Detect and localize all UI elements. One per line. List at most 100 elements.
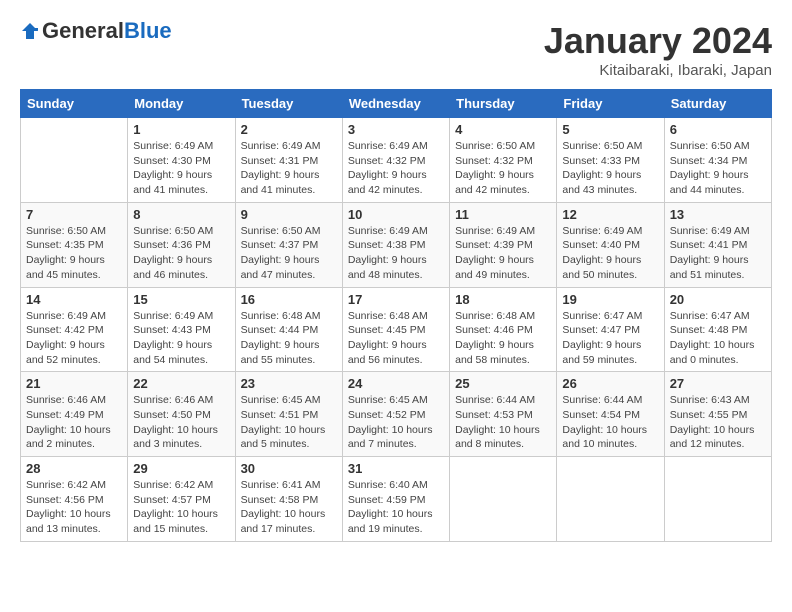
day-detail: Sunrise: 6:41 AM Sunset: 4:58 PM Dayligh… bbox=[241, 478, 337, 537]
table-row: 27 Sunrise: 6:43 AM Sunset: 4:55 PM Dayli… bbox=[664, 372, 771, 457]
table-row bbox=[664, 457, 771, 542]
day-number: 9 bbox=[241, 207, 337, 222]
day-detail: Sunrise: 6:49 AM Sunset: 4:42 PM Dayligh… bbox=[26, 309, 122, 368]
table-row: 21Sunrise: 6:46 AM Sunset: 4:49 PM Dayli… bbox=[21, 372, 128, 457]
calendar-week-row: 1 Sunrise: 6:49 AM Sunset: 4:30 PM Daylig… bbox=[21, 118, 772, 203]
table-row: 8 Sunrise: 6:50 AM Sunset: 4:36 PM Daylig… bbox=[128, 202, 235, 287]
day-number: 26 bbox=[562, 376, 658, 391]
day-detail: Sunrise: 6:42 AM Sunset: 4:56 PM Dayligh… bbox=[26, 478, 122, 537]
table-row: 1 Sunrise: 6:49 AM Sunset: 4:30 PM Daylig… bbox=[128, 118, 235, 203]
table-row: 20 Sunrise: 6:47 AM Sunset: 4:48 PM Dayli… bbox=[664, 287, 771, 372]
day-number: 3 bbox=[348, 122, 444, 137]
calendar-week-row: 21Sunrise: 6:46 AM Sunset: 4:49 PM Dayli… bbox=[21, 372, 772, 457]
table-row: 13 Sunrise: 6:49 AM Sunset: 4:41 PM Dayli… bbox=[664, 202, 771, 287]
table-row: 24Sunrise: 6:45 AM Sunset: 4:52 PM Dayli… bbox=[342, 372, 449, 457]
day-number: 25 bbox=[455, 376, 551, 391]
day-number: 11 bbox=[455, 207, 551, 222]
day-number: 24 bbox=[348, 376, 444, 391]
col-monday: Monday bbox=[128, 90, 235, 118]
day-detail: Sunrise: 6:44 AM Sunset: 4:54 PM Dayligh… bbox=[562, 393, 658, 452]
table-row: 15Sunrise: 6:49 AM Sunset: 4:43 PM Dayli… bbox=[128, 287, 235, 372]
day-number: 18 bbox=[455, 292, 551, 307]
day-number: 17 bbox=[348, 292, 444, 307]
table-row: 7 Sunrise: 6:50 AM Sunset: 4:35 PM Daylig… bbox=[21, 202, 128, 287]
title-block: January 2024 Kitaibaraki, Ibaraki, Japan bbox=[544, 20, 772, 79]
day-number: 8 bbox=[133, 207, 229, 222]
day-detail: Sunrise: 6:49 AM Sunset: 4:39 PM Dayligh… bbox=[455, 224, 551, 283]
day-detail: Sunrise: 6:47 AM Sunset: 4:48 PM Dayligh… bbox=[670, 309, 766, 368]
location-text: Kitaibaraki, Ibaraki, Japan bbox=[544, 62, 772, 79]
col-wednesday: Wednesday bbox=[342, 90, 449, 118]
calendar-table: Sunday Monday Tuesday Wednesday Thursday… bbox=[20, 89, 772, 542]
table-row: 31Sunrise: 6:40 AM Sunset: 4:59 PM Dayli… bbox=[342, 457, 449, 542]
logo-general-text: General bbox=[42, 18, 124, 43]
day-detail: Sunrise: 6:50 AM Sunset: 4:34 PM Dayligh… bbox=[670, 139, 766, 198]
day-detail: Sunrise: 6:50 AM Sunset: 4:32 PM Dayligh… bbox=[455, 139, 551, 198]
day-detail: Sunrise: 6:46 AM Sunset: 4:50 PM Dayligh… bbox=[133, 393, 229, 452]
logo: GeneralBlue bbox=[20, 20, 172, 42]
day-number: 6 bbox=[670, 122, 766, 137]
col-saturday: Saturday bbox=[664, 90, 771, 118]
table-row bbox=[21, 118, 128, 203]
table-row: 9 Sunrise: 6:50 AM Sunset: 4:37 PM Daylig… bbox=[235, 202, 342, 287]
day-detail: Sunrise: 6:45 AM Sunset: 4:51 PM Dayligh… bbox=[241, 393, 337, 452]
day-detail: Sunrise: 6:50 AM Sunset: 4:36 PM Dayligh… bbox=[133, 224, 229, 283]
table-row bbox=[557, 457, 664, 542]
day-number: 4 bbox=[455, 122, 551, 137]
table-row: 10 Sunrise: 6:49 AM Sunset: 4:38 PM Dayli… bbox=[342, 202, 449, 287]
calendar-header-row: Sunday Monday Tuesday Wednesday Thursday… bbox=[21, 90, 772, 118]
day-detail: Sunrise: 6:50 AM Sunset: 4:37 PM Dayligh… bbox=[241, 224, 337, 283]
calendar-week-row: 7 Sunrise: 6:50 AM Sunset: 4:35 PM Daylig… bbox=[21, 202, 772, 287]
day-detail: Sunrise: 6:50 AM Sunset: 4:35 PM Dayligh… bbox=[26, 224, 122, 283]
table-row: 26 Sunrise: 6:44 AM Sunset: 4:54 PM Dayli… bbox=[557, 372, 664, 457]
table-row: 5 Sunrise: 6:50 AM Sunset: 4:33 PM Daylig… bbox=[557, 118, 664, 203]
day-detail: Sunrise: 6:49 AM Sunset: 4:32 PM Dayligh… bbox=[348, 139, 444, 198]
day-number: 22 bbox=[133, 376, 229, 391]
day-number: 13 bbox=[670, 207, 766, 222]
day-number: 28 bbox=[26, 461, 122, 476]
day-number: 2 bbox=[241, 122, 337, 137]
table-row: 29Sunrise: 6:42 AM Sunset: 4:57 PM Dayli… bbox=[128, 457, 235, 542]
day-detail: Sunrise: 6:49 AM Sunset: 4:40 PM Dayligh… bbox=[562, 224, 658, 283]
table-row: 14 Sunrise: 6:49 AM Sunset: 4:42 PM Dayli… bbox=[21, 287, 128, 372]
col-sunday: Sunday bbox=[21, 90, 128, 118]
table-row: 22 Sunrise: 6:46 AM Sunset: 4:50 PM Dayli… bbox=[128, 372, 235, 457]
day-detail: Sunrise: 6:47 AM Sunset: 4:47 PM Dayligh… bbox=[562, 309, 658, 368]
col-friday: Friday bbox=[557, 90, 664, 118]
day-detail: Sunrise: 6:49 AM Sunset: 4:30 PM Dayligh… bbox=[133, 139, 229, 198]
month-year-title: January 2024 bbox=[544, 20, 772, 62]
table-row: 25 Sunrise: 6:44 AM Sunset: 4:53 PM Dayli… bbox=[450, 372, 557, 457]
day-detail: Sunrise: 6:50 AM Sunset: 4:33 PM Dayligh… bbox=[562, 139, 658, 198]
day-number: 10 bbox=[348, 207, 444, 222]
logo-blue-text: Blue bbox=[124, 18, 172, 43]
table-row: 12Sunrise: 6:49 AM Sunset: 4:40 PM Dayli… bbox=[557, 202, 664, 287]
col-tuesday: Tuesday bbox=[235, 90, 342, 118]
calendar-week-row: 14 Sunrise: 6:49 AM Sunset: 4:42 PM Dayli… bbox=[21, 287, 772, 372]
day-number: 5 bbox=[562, 122, 658, 137]
day-number: 31 bbox=[348, 461, 444, 476]
day-detail: Sunrise: 6:42 AM Sunset: 4:57 PM Dayligh… bbox=[133, 478, 229, 537]
day-detail: Sunrise: 6:49 AM Sunset: 4:41 PM Dayligh… bbox=[670, 224, 766, 283]
calendar-week-row: 28 Sunrise: 6:42 AM Sunset: 4:56 PM Dayli… bbox=[21, 457, 772, 542]
day-number: 7 bbox=[26, 207, 122, 222]
table-row bbox=[450, 457, 557, 542]
day-number: 27 bbox=[670, 376, 766, 391]
day-number: 30 bbox=[241, 461, 337, 476]
table-row: 28 Sunrise: 6:42 AM Sunset: 4:56 PM Dayli… bbox=[21, 457, 128, 542]
day-detail: Sunrise: 6:49 AM Sunset: 4:38 PM Dayligh… bbox=[348, 224, 444, 283]
day-detail: Sunrise: 6:48 AM Sunset: 4:46 PM Dayligh… bbox=[455, 309, 551, 368]
table-row: 4 Sunrise: 6:50 AM Sunset: 4:32 PM Daylig… bbox=[450, 118, 557, 203]
table-row: 3 Sunrise: 6:49 AM Sunset: 4:32 PM Daylig… bbox=[342, 118, 449, 203]
col-thursday: Thursday bbox=[450, 90, 557, 118]
day-detail: Sunrise: 6:48 AM Sunset: 4:44 PM Dayligh… bbox=[241, 309, 337, 368]
table-row: 2Sunrise: 6:49 AM Sunset: 4:31 PM Daylig… bbox=[235, 118, 342, 203]
day-number: 1 bbox=[133, 122, 229, 137]
day-number: 20 bbox=[670, 292, 766, 307]
day-detail: Sunrise: 6:44 AM Sunset: 4:53 PM Dayligh… bbox=[455, 393, 551, 452]
day-number: 19 bbox=[562, 292, 658, 307]
page-header: GeneralBlue January 2024 Kitaibaraki, Ib… bbox=[20, 20, 772, 79]
day-detail: Sunrise: 6:43 AM Sunset: 4:55 PM Dayligh… bbox=[670, 393, 766, 452]
table-row: 23Sunrise: 6:45 AM Sunset: 4:51 PM Dayli… bbox=[235, 372, 342, 457]
day-number: 14 bbox=[26, 292, 122, 307]
table-row: 6 Sunrise: 6:50 AM Sunset: 4:34 PM Daylig… bbox=[664, 118, 771, 203]
